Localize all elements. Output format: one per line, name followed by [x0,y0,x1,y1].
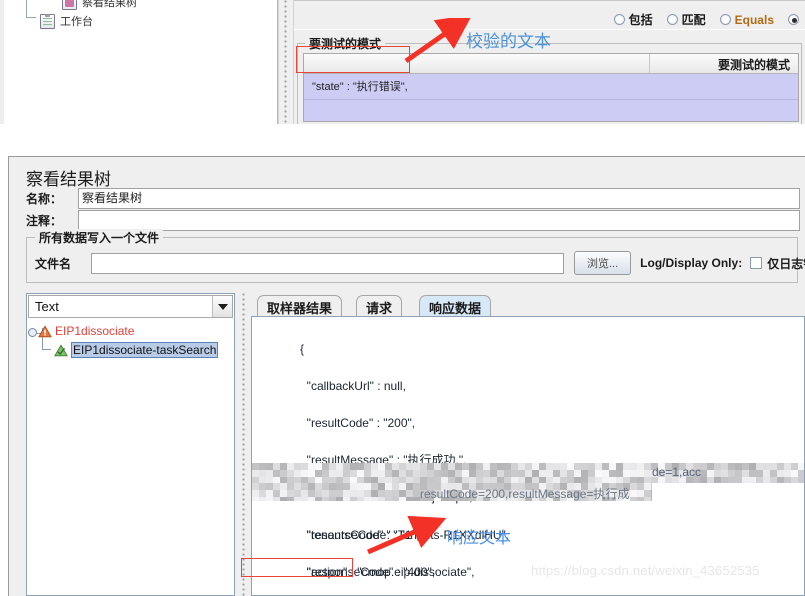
radio-equals[interactable]: Equals [719,12,774,27]
assertion-settings-fragment: 包括 匹配 Equals 要测试的模式 要测试的模式 "state": "执行… [294,0,805,124]
warning-icon [38,324,52,337]
filename-input[interactable] [91,252,564,274]
radio-matches-label: 匹配 [681,13,706,27]
name-input[interactable]: 察看结果树 [78,188,800,209]
divider-grip-icon [284,0,287,124]
redacted-tail-text: resultCode=200,resultMessage=执行成 [420,487,630,501]
highlight-box-pattern [296,46,410,73]
radio-substring-icon [788,14,799,25]
annotation-validate-text: 校验的文本 [466,32,551,51]
tab-request[interactable]: 请求 [356,295,403,317]
table-row[interactable]: "state" : "执行错误", [312,78,408,94]
sampler-detail-pane: 取样器结果 请求 响应数据 { "callbackUrl" : null, "r… [251,293,805,596]
result-tree-icon [62,0,77,10]
radio-contains[interactable]: 包括 [613,11,653,28]
upper-test-plan-tree: 察看结果树 工作台 [0,0,278,124]
upper-split-divider[interactable] [278,0,294,124]
chevron-down-icon[interactable] [212,296,232,317]
result-node-eip1dissociate[interactable]: EIP1dissociate [38,324,134,338]
page-title: 察看结果树 [26,170,111,189]
highlight-box-state [241,558,353,577]
json-line: "resourceCode" : "1", [300,527,420,542]
tab-strip: 取样器结果 请求 响应数据 [251,293,805,317]
redacted-tail-text: de=1,acc [652,465,702,479]
filename-row: 文件名 浏览... Log/Display Only: 仅日志错误 [35,251,805,275]
redacted-block [252,463,804,483]
workbench-icon [40,13,55,29]
radio-matches-icon [666,14,678,25]
tree-item-result-tree-upper[interactable]: 察看结果树 [62,0,137,10]
list-item-label: EIP1dissociate-taskSearch [71,342,219,358]
divider-grip-icon [242,293,245,596]
filename-label: 文件名 [35,256,72,271]
tree-connector-line [42,349,51,350]
watermark: https://blog.csdn.net/weixin_43652535 [531,563,760,578]
row-separator [304,99,798,100]
result-node-eip1dissociate-tasksearch[interactable]: EIP1dissociate-taskSearch [54,342,219,358]
name-label: 名称： [26,192,63,206]
view-results-tree-window: 察看结果树 名称： 察看结果树 注释： 所有数据写入一个文件 文件名 浏览...… [8,156,805,596]
write-all-data-title: 所有数据写入一个文件 [35,229,164,246]
radio-contains-icon [613,14,625,25]
response-json-text-continued: "resourceCode" : "1", "responseCode" : "… [260,507,804,595]
results-split-pane: Text EIP1dissociate EIP1dissociate-taskS… [26,293,805,596]
comment-label: 注释： [26,214,63,228]
column-separator [649,54,650,73]
results-tree-pane: Text EIP1dissociate EIP1dissociate-taskS… [26,293,235,596]
results-tree[interactable]: EIP1dissociate EIP1dissociate-taskSearch [28,320,233,594]
comment-input[interactable] [78,210,800,231]
radio-equals-icon [719,14,731,25]
write-all-data-group: 所有数据写入一个文件 文件名 浏览... Log/Display Only: 仅… [26,229,805,283]
screenshot-root: 察看结果树 工作台 包括 匹配 Equals 要测试的模式 要测试的模式 "st… [0,0,805,596]
browse-button[interactable]: 浏览... [574,251,632,275]
left-page-margin [0,156,8,596]
tab-response-data[interactable]: 响应数据 [419,295,492,317]
tab-sampler-result[interactable]: 取样器结果 [257,295,343,317]
render-selector-value: Text [35,299,59,314]
top-window-fragment: 察看结果树 工作台 包括 匹配 Equals 要测试的模式 要测试的模式 "st… [0,0,805,124]
annotation-response-text: 响应文本 [447,530,512,547]
tree-item-label: 察看结果树 [82,0,137,9]
tree-expand-toggle-icon[interactable] [28,328,42,337]
pattern-matching-rules-group: 包括 匹配 Equals [600,11,803,28]
patterns-column-header: 要测试的模式 [717,58,790,72]
radio-equals-label: Equals [734,12,774,27]
response-data-viewer[interactable]: { "callbackUrl" : null, "resultCode" : "… [251,317,805,596]
radio-substring[interactable] [788,14,803,25]
comment-field-row: 注释： [26,210,800,231]
results-split-divider[interactable] [237,293,251,596]
json-line: "callbackUrl" : null, [300,378,406,393]
json-line: "resultCode" : "200", [300,415,416,430]
success-icon [54,343,68,356]
json-line: { [300,341,305,356]
errors-only-checkbox[interactable] [750,257,763,269]
errors-only-label: 仅日志错误 [767,256,805,271]
patterns-table-body[interactable]: "state" : "执行错误", [304,74,798,121]
name-field-row: 名称： 察看结果树 [26,188,800,209]
tree-item-label: 工作台 [60,16,93,28]
log-display-only-label: Log/Display Only: [640,256,743,270]
tree-item-workbench[interactable]: 工作台 [40,13,93,29]
radio-matches[interactable]: 匹配 [666,11,706,28]
radio-contains-label: 包括 [628,13,653,27]
render-selector[interactable]: Text [28,295,233,318]
list-item-label: EIP1dissociate [55,324,135,338]
